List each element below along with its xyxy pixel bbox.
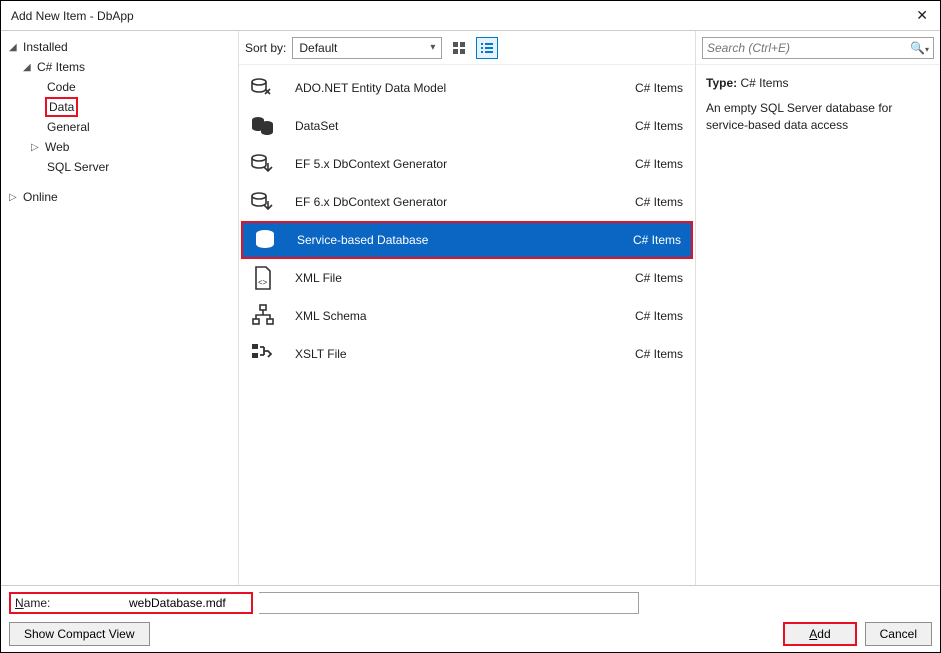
item-category: C# Items [635,195,683,209]
type-value: C# Items [740,76,788,90]
template-list: ADO.NET Entity Data Model C# Items DataS… [239,65,695,585]
tree-code[interactable]: Code [9,77,230,97]
show-compact-view-button[interactable]: Show Compact View [9,622,150,646]
item-category: C# Items [635,271,683,285]
item-category: C# Items [635,347,683,361]
item-category: C# Items [635,119,683,133]
ef-generator-icon [249,188,277,216]
tree-label: Data [45,97,78,117]
name-field-highlight: Name: [9,592,253,614]
title-bar: Add New Item - DbApp ✕ [1,1,940,31]
item-category: C# Items [635,81,683,95]
tree-label: C# Items [35,60,87,74]
item-label: XML Schema [295,309,635,323]
database-icon [251,226,279,254]
item-label: ADO.NET Entity Data Model [295,81,635,95]
xslt-file-icon [249,340,277,368]
list-item-selected[interactable]: Service-based Database C# Items [241,221,693,259]
type-label: Type: [706,76,737,90]
sort-dropdown[interactable]: Default ▾ [292,37,442,59]
entity-model-icon [249,74,277,102]
tree-label: General [45,120,92,134]
chevron-down-icon: ▾ [430,42,435,53]
tree-label: Online [21,190,60,204]
search-wrap: 🔍▾ [696,31,940,65]
tree-general[interactable]: General [9,117,230,137]
tree-web[interactable]: ▷ Web [9,137,230,157]
search-input[interactable] [707,41,906,55]
list-item[interactable]: EF 6.x DbContext Generator C# Items [241,183,693,221]
list-item[interactable]: XSLT File C# Items [241,335,693,373]
tree-installed[interactable]: ◢ Installed [9,37,230,57]
item-label: XML File [295,271,635,285]
item-category: C# Items [633,233,681,247]
chevron-right-icon: ▷ [31,142,43,153]
search-icon[interactable]: 🔍▾ [906,41,929,55]
button-row: Show Compact View Add Cancel [9,622,932,646]
detail-panel: 🔍▾ Type: C# Items An empty SQL Server da… [695,31,940,585]
window-title: Add New Item - DbApp [11,9,134,23]
bottom-panel: Name: Show Compact View Add Cancel [1,585,940,652]
item-label: EF 5.x DbContext Generator [295,157,635,171]
tree-label: Code [45,80,78,94]
main-area: ◢ Installed ◢ C# Items Code Data General… [1,31,940,585]
cancel-button[interactable]: Cancel [865,622,932,646]
add-button[interactable]: Add [783,622,856,646]
detail-text: Type: C# Items An empty SQL Server datab… [696,65,940,143]
name-input[interactable] [129,596,247,610]
list-item[interactable]: EF 5.x DbContext Generator C# Items [241,145,693,183]
list-item[interactable]: DataSet C# Items [241,107,693,145]
search-box[interactable]: 🔍▾ [702,37,934,59]
item-label: EF 6.x DbContext Generator [295,195,635,209]
tree-sqlserver[interactable]: SQL Server [9,157,230,177]
item-label: Service-based Database [297,233,633,247]
chevron-down-icon: ◢ [9,42,21,53]
list-item[interactable]: <> XML File C# Items [241,259,693,297]
tree-csharp-items[interactable]: ◢ C# Items [9,57,230,77]
close-icon[interactable]: ✕ [912,7,932,24]
item-label: XSLT File [295,347,635,361]
chevron-right-icon: ▷ [9,192,21,203]
xml-schema-icon [249,302,277,330]
tree-label: SQL Server [45,160,111,174]
view-list-button[interactable] [476,37,498,59]
name-row: Name: [9,592,932,614]
name-input-extension[interactable] [259,592,639,614]
item-label: DataSet [295,119,635,133]
sort-by-label: Sort by: [245,41,286,55]
dataset-icon [249,112,277,140]
toolbar: Sort by: Default ▾ [239,31,695,65]
chevron-down-icon: ◢ [23,62,35,73]
xml-file-icon: <> [249,264,277,292]
tree-label: Web [43,140,71,154]
description-text: An empty SQL Server database for service… [706,100,930,134]
item-category: C# Items [635,309,683,323]
center-panel: Sort by: Default ▾ ADO.NET Entity Data M… [239,31,695,585]
tree-data[interactable]: Data [9,97,230,117]
view-tiles-button[interactable] [448,37,470,59]
tree-label: Installed [21,40,70,54]
ef-generator-icon [249,150,277,178]
list-item[interactable]: ADO.NET Entity Data Model C# Items [241,69,693,107]
category-tree: ◢ Installed ◢ C# Items Code Data General… [1,31,239,585]
tree-online[interactable]: ▷ Online [9,187,230,207]
svg-text:<>: <> [258,278,268,287]
list-item[interactable]: XML Schema C# Items [241,297,693,335]
item-category: C# Items [635,157,683,171]
sort-value: Default [299,41,337,55]
name-label: Name: [15,596,125,610]
